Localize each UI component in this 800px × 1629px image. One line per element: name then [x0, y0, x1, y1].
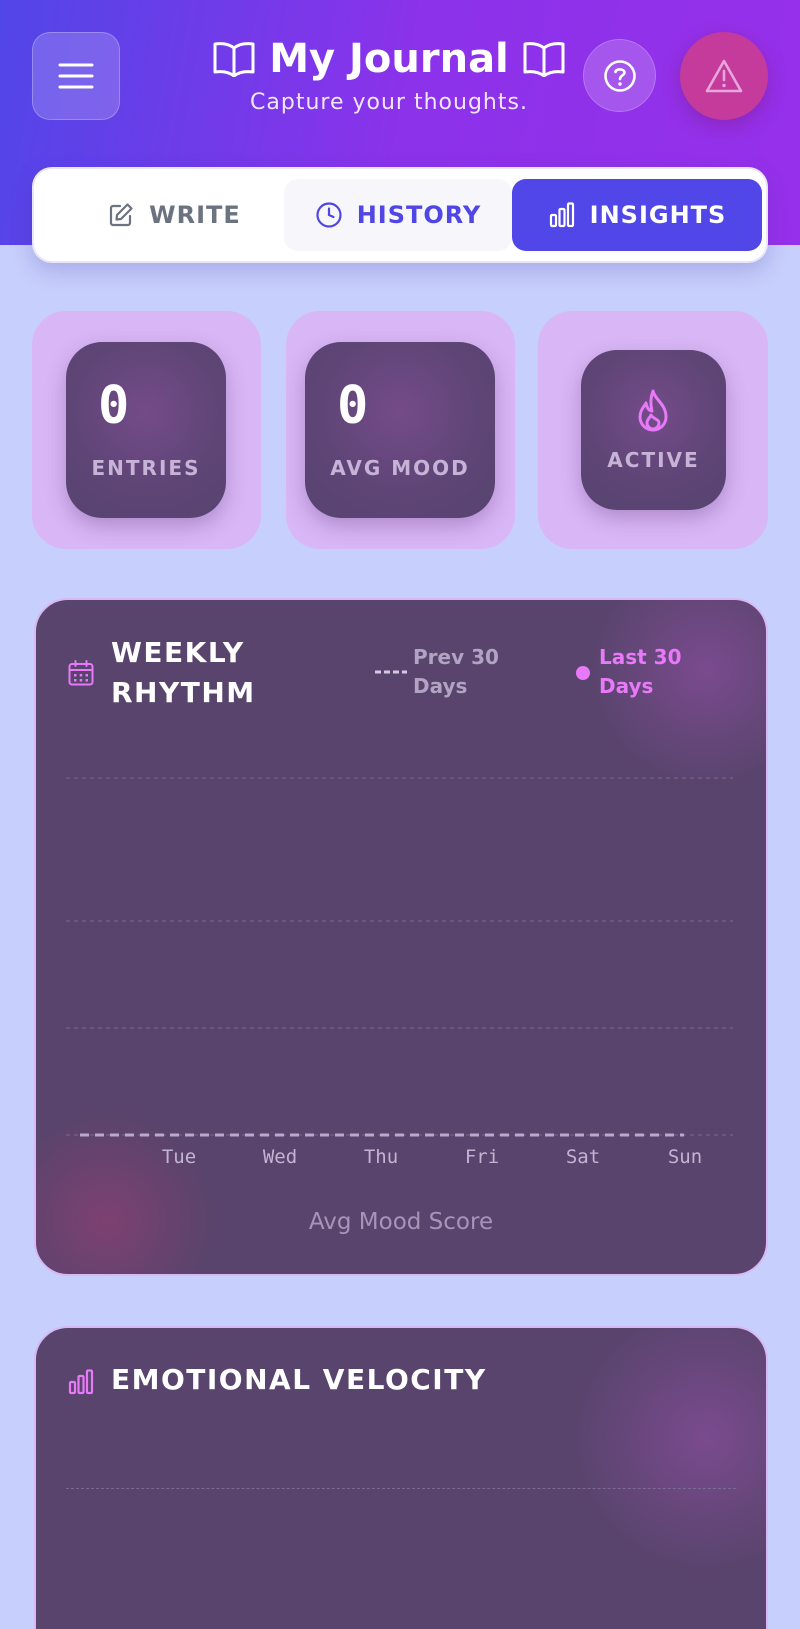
- gridline: [66, 1488, 736, 1489]
- bar-chart-icon: [68, 1369, 94, 1395]
- x-tick-sun: Sun: [667, 1146, 703, 1168]
- card-glow: [556, 1328, 766, 1588]
- x-tick-thu: Thu: [363, 1146, 399, 1168]
- emotional-velocity-title: EMOTIONAL VELOCITY: [111, 1363, 487, 1396]
- x-tick-fri: Fri: [464, 1146, 500, 1168]
- x-tick-sat: Sat: [565, 1146, 601, 1168]
- x-tick-wed: Wed: [262, 1146, 298, 1168]
- y-axis-label: Avg Mood Score: [308, 1209, 494, 1235]
- chart-gridlines: [66, 777, 733, 1136]
- x-tick-tue: Tue: [161, 1146, 197, 1168]
